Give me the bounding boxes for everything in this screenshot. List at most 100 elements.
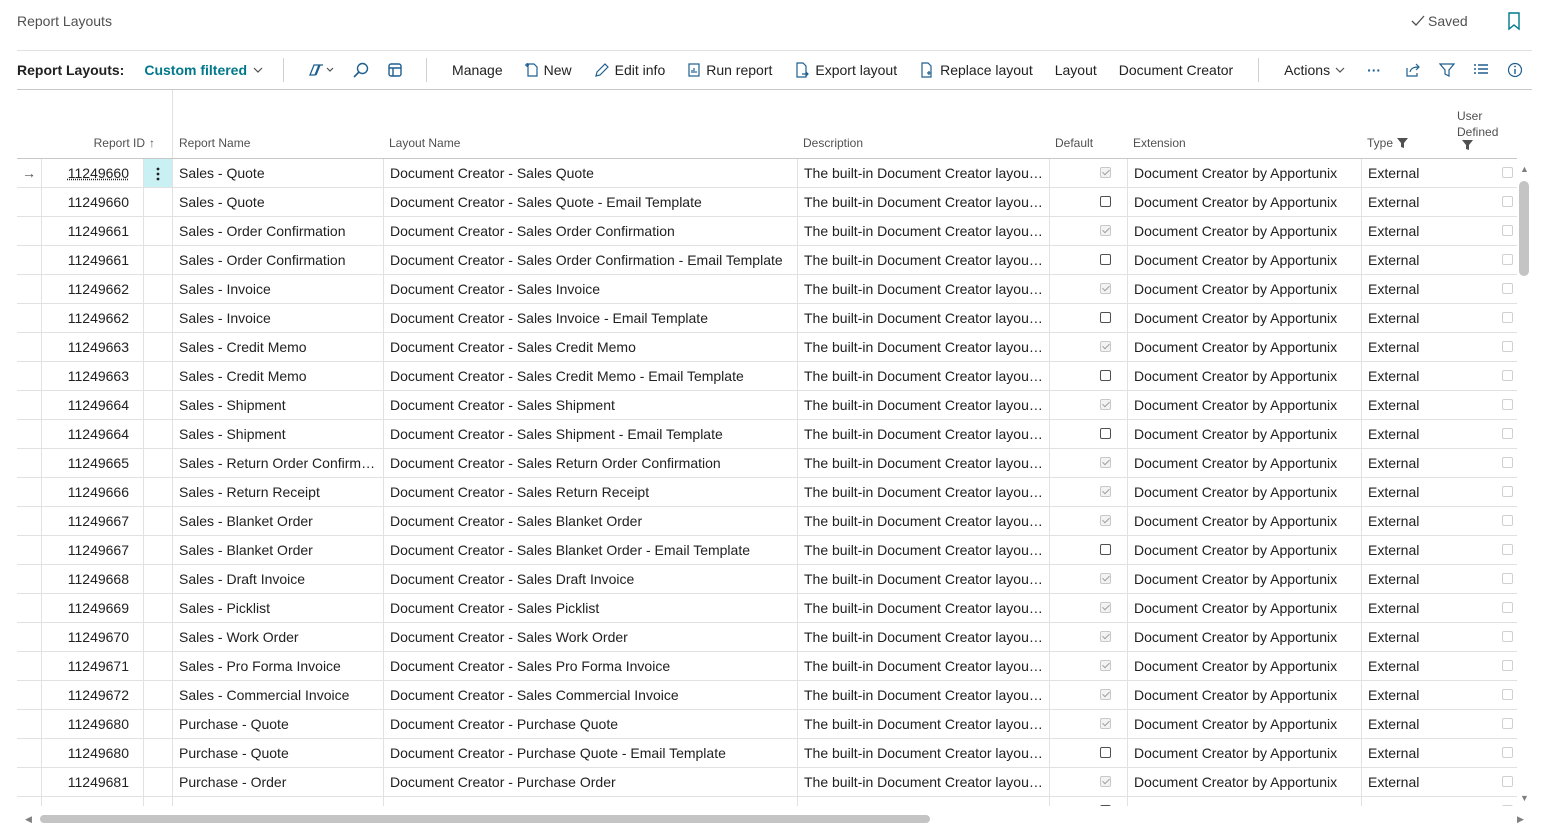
report-id-cell[interactable]: 11249665 — [42, 449, 144, 477]
type-cell[interactable]: External — [1362, 797, 1452, 806]
row-menu-button[interactable] — [144, 797, 173, 806]
report-id-cell[interactable]: 11249681 — [42, 797, 144, 806]
report-name-cell[interactable]: Sales - Blanket Order — [173, 536, 384, 564]
extension-cell[interactable]: Document Creator by Apportunix — [1128, 710, 1362, 738]
default-checkbox[interactable] — [1100, 196, 1111, 207]
search-button[interactable] — [344, 62, 378, 78]
extension-cell[interactable]: Document Creator by Apportunix — [1128, 188, 1362, 216]
report-name-cell[interactable]: Sales - Blanket Order — [173, 507, 384, 535]
row-menu-button[interactable] — [144, 391, 173, 419]
description-cell[interactable]: The built-in Document Creator layout... — [798, 362, 1050, 390]
default-checkbox[interactable] — [1100, 544, 1111, 555]
extension-cell[interactable]: Document Creator by Apportunix — [1128, 333, 1362, 361]
table-row[interactable]: 11249662 Sales - Invoice Document Creator … — [17, 304, 1517, 333]
report-id-cell[interactable]: 11249663 — [42, 333, 144, 361]
column-header-layout-name[interactable]: Layout Name — [389, 136, 460, 150]
type-cell[interactable]: External — [1362, 420, 1452, 448]
report-id-cell[interactable]: 11249664 — [42, 391, 144, 419]
filter-pane-button[interactable] — [1430, 62, 1464, 78]
default-checkbox[interactable] — [1100, 283, 1111, 294]
new-button[interactable]: New — [514, 62, 583, 78]
report-id-cell[interactable]: 11249661 — [42, 246, 144, 274]
layout-name-cell[interactable]: Document Creator - Sales Work Order — [384, 623, 798, 651]
default-checkbox[interactable] — [1100, 254, 1111, 265]
row-menu-button[interactable] — [144, 623, 173, 651]
table-row[interactable]: 11249668 Sales - Draft Invoice Document Cr… — [17, 565, 1517, 594]
report-name-cell[interactable]: Sales - Order Confirmation — [173, 246, 384, 274]
row-menu-button[interactable] — [144, 565, 173, 593]
report-id-cell[interactable]: 11249672 — [42, 681, 144, 709]
description-cell[interactable]: The built-in Document Creator layout... — [798, 594, 1050, 622]
type-cell[interactable]: External — [1362, 681, 1452, 709]
report-id-cell[interactable]: 11249668 — [42, 565, 144, 593]
extension-cell[interactable]: Document Creator by Apportunix — [1128, 420, 1362, 448]
column-header-report-name[interactable]: Report Name — [179, 136, 250, 150]
extension-cell[interactable]: Document Creator by Apportunix — [1128, 652, 1362, 680]
default-checkbox[interactable] — [1100, 747, 1111, 758]
report-id-cell[interactable]: 11249664 — [42, 420, 144, 448]
row-menu-button[interactable] — [144, 739, 173, 767]
report-name-cell[interactable]: Sales - Quote — [173, 159, 384, 187]
report-name-cell[interactable]: Sales - Return Order Confirmat... — [173, 449, 384, 477]
share-button[interactable] — [1396, 62, 1430, 78]
description-cell[interactable]: The built-in Document Creator layout... — [798, 623, 1050, 651]
default-checkbox[interactable] — [1100, 225, 1111, 236]
row-menu-button[interactable] — [144, 275, 173, 303]
layout-name-cell[interactable]: Document Creator - Sales Shipment — [384, 391, 798, 419]
report-name-cell[interactable]: Sales - Invoice — [173, 275, 384, 303]
default-checkbox[interactable] — [1100, 805, 1111, 806]
row-menu-button[interactable] — [144, 681, 173, 709]
extension-cell[interactable]: Document Creator by Apportunix — [1128, 739, 1362, 767]
report-id-cell[interactable]: 11249662 — [42, 275, 144, 303]
default-checkbox[interactable] — [1100, 660, 1111, 671]
type-cell[interactable]: External — [1362, 449, 1452, 477]
extension-cell[interactable]: Document Creator by Apportunix — [1128, 275, 1362, 303]
table-row[interactable]: 11249669 Sales - Picklist Document Creator… — [17, 594, 1517, 623]
description-cell[interactable]: The built-in Document Creator layout... — [798, 565, 1050, 593]
vertical-scrollbar-thumb[interactable] — [1519, 181, 1529, 276]
row-menu-button[interactable] — [144, 710, 173, 738]
type-cell[interactable]: External — [1362, 652, 1452, 680]
extension-cell[interactable]: Document Creator by Apportunix — [1128, 536, 1362, 564]
row-menu-button[interactable] — [144, 594, 173, 622]
type-cell[interactable]: External — [1362, 739, 1452, 767]
table-row[interactable]: 11249661 Sales - Order Confirmation Docume… — [17, 217, 1517, 246]
description-cell[interactable]: The built-in Document Creator layout... — [798, 333, 1050, 361]
type-cell[interactable]: External — [1362, 565, 1452, 593]
default-checkbox[interactable] — [1100, 457, 1111, 468]
type-cell[interactable]: External — [1362, 594, 1452, 622]
layout-name-cell[interactable]: Document Creator - Sales Return Order Co… — [384, 449, 798, 477]
layout-name-cell[interactable]: Document Creator - Sales Commercial Invo… — [384, 681, 798, 709]
report-id-cell[interactable]: 11249671 — [42, 652, 144, 680]
description-cell[interactable]: The built-in Document Creator layout... — [798, 681, 1050, 709]
default-checkbox[interactable] — [1100, 515, 1111, 526]
extension-cell[interactable]: Document Creator by Apportunix — [1128, 681, 1362, 709]
layout-name-cell[interactable]: Document Creator - Sales Picklist — [384, 594, 798, 622]
report-name-cell[interactable]: Sales - Invoice — [173, 304, 384, 332]
column-header-default[interactable]: Default — [1055, 136, 1093, 150]
type-cell[interactable]: External — [1362, 507, 1452, 535]
info-button[interactable] — [1498, 62, 1532, 78]
table-row[interactable]: 11249671 Sales - Pro Forma Invoice Documen… — [17, 652, 1517, 681]
type-cell[interactable]: External — [1362, 623, 1452, 651]
type-cell[interactable]: External — [1362, 188, 1452, 216]
extension-cell[interactable]: Document Creator by Apportunix — [1128, 391, 1362, 419]
report-name-cell[interactable]: Purchase - Quote — [173, 710, 384, 738]
report-id-cell[interactable]: 11249670 — [42, 623, 144, 651]
row-menu-button[interactable] — [144, 507, 173, 535]
bookmark-icon[interactable] — [1506, 11, 1522, 31]
layout-name-cell[interactable]: Document Creator - Purchase Order - Emai… — [384, 797, 798, 806]
layout-name-cell[interactable]: Document Creator - Sales Blanket Order -… — [384, 536, 798, 564]
scroll-down-arrow[interactable]: ▼ — [1520, 793, 1529, 803]
description-cell[interactable]: The built-in Document Creator layout... — [798, 739, 1050, 767]
table-row[interactable]: 11249661 Sales - Order Confirmation Docume… — [17, 246, 1517, 275]
table-row[interactable]: 11249667 Sales - Blanket Order Document Cr… — [17, 507, 1517, 536]
description-cell[interactable]: The built-in Document Creator layout... — [798, 159, 1050, 187]
table-row[interactable]: 11249664 Sales - Shipment Document Creator… — [17, 420, 1517, 449]
default-checkbox[interactable] — [1100, 631, 1111, 642]
extension-cell[interactable]: Document Creator by Apportunix — [1128, 768, 1362, 796]
column-header-type[interactable]: Type — [1367, 136, 1409, 150]
table-row[interactable]: 11249663 Sales - Credit Memo Document Crea… — [17, 333, 1517, 362]
report-id-cell[interactable]: 11249660 — [42, 159, 144, 187]
report-name-cell[interactable]: Sales - Order Confirmation — [173, 217, 384, 245]
